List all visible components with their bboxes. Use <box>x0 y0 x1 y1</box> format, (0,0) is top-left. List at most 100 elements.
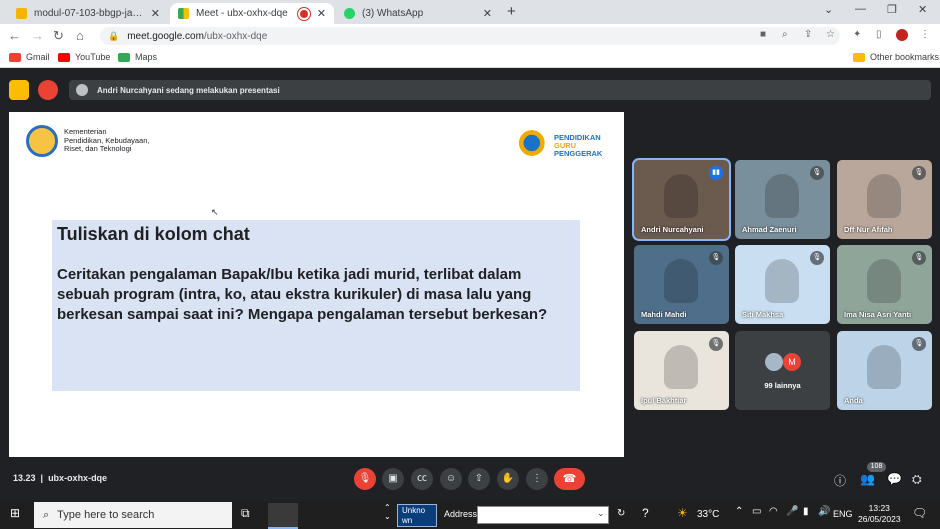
participant-video <box>867 345 901 389</box>
stop-presenting-icon[interactable] <box>9 80 29 100</box>
participant-tile[interactable]: ▮▮ Andri Nurcahyani <box>634 160 729 239</box>
participant-name: Siti Makhsa <box>742 310 784 319</box>
participant-tile[interactable]: 🎙 Dff Nur Afifah <box>837 160 932 239</box>
activities-icon[interactable]: ⛭ <box>912 472 922 487</box>
address-toolbar-input[interactable] <box>477 506 609 524</box>
participant-name: Dff Nur Afifah <box>844 225 893 234</box>
participant-tile[interactable]: 🎙 Ahmad Zaenuri <box>735 160 830 239</box>
notifications-icon[interactable]: 🗨 <box>912 506 927 520</box>
participant-name: Ipul Bakhtiar <box>641 396 687 405</box>
avatar: M <box>783 353 801 371</box>
chat-icon[interactable]: 💬 <box>887 472 902 486</box>
unknown-toolbar-button[interactable]: Unkno wn <box>397 504 437 527</box>
leave-call-button[interactable]: ☎ <box>554 468 585 490</box>
reload-icon[interactable]: ↻ <box>53 28 64 44</box>
chrome-taskbar-icon[interactable] <box>268 503 298 529</box>
emoji-icon[interactable]: ☺ <box>440 468 462 490</box>
side-panel-icon[interactable]: ▯ <box>876 29 882 40</box>
tab-search-icon[interactable]: ⌄ <box>824 3 833 16</box>
drive-favicon-icon <box>16 8 27 19</box>
home-icon[interactable]: ⌂ <box>76 28 84 43</box>
task-view-icon[interactable]: ⧉ <box>241 506 250 521</box>
address-dropdown-icon[interactable]: ⌄ <box>597 508 605 519</box>
close-tab-icon[interactable]: ✕ <box>151 7 160 20</box>
captions-icon[interactable]: ㏄ <box>411 468 433 490</box>
bookmark-gmail[interactable]: Gmail <box>9 52 50 62</box>
close-tab-icon[interactable]: ✕ <box>483 7 492 20</box>
recording-icon[interactable] <box>38 80 58 100</box>
extensions-icon[interactable]: ✦ <box>853 29 861 40</box>
mic-tray-icon[interactable]: 🎤 <box>786 506 798 517</box>
language-indicator[interactable]: ENG <box>833 509 853 519</box>
toolbar-scroll-icon[interactable]: ⌃ ⌄ <box>384 503 391 521</box>
info-icon[interactable]: ⓘ <box>834 472 846 489</box>
other-bookmarks[interactable]: Other bookmarks <box>853 52 939 62</box>
participant-video <box>664 259 698 303</box>
network-icon[interactable]: ▭ <box>752 506 761 517</box>
volume-icon[interactable]: 🔊 <box>818 506 830 517</box>
participant-video <box>867 259 901 303</box>
system-clock[interactable]: 13:23 26/05/2023 <box>858 503 901 525</box>
weather-icon: ☀ <box>677 506 688 520</box>
raise-hand-icon[interactable]: ✋ <box>497 468 519 490</box>
participant-name: Anda <box>844 396 863 405</box>
maximize-button[interactable]: ❐ <box>887 3 897 16</box>
participant-video <box>867 174 901 218</box>
guru-penggerak-logo-icon <box>519 130 551 156</box>
tab-whatsapp[interactable]: (3) WhatsApp ✕ <box>336 3 500 24</box>
whatsapp-favicon-icon <box>344 8 355 19</box>
tut-wuri-logo-icon <box>26 125 58 157</box>
present-screen-icon[interactable]: ⇧ <box>468 468 490 490</box>
meet-favicon-icon <box>178 8 189 19</box>
address-bar[interactable]: 🔒 meet.google.com/ubx-oxhx-dqe <box>100 27 840 45</box>
mic-muted-icon: 🎙 <box>810 166 824 180</box>
bookmark-youtube[interactable]: YouTube <box>58 52 110 62</box>
participant-video <box>765 174 799 218</box>
zoom-icon[interactable]: ⌕ <box>782 29 788 40</box>
address-go-icon[interactable]: ↻ <box>617 508 625 519</box>
people-icon[interactable]: 👥 <box>860 472 875 486</box>
windows-start-icon[interactable]: ⊞ <box>10 506 20 520</box>
people-count-badge: 108 <box>867 462 886 472</box>
camera-toggle-icon[interactable]: ▣ <box>382 468 404 490</box>
tray-chevron-icon[interactable]: ⌃ <box>735 506 743 517</box>
participant-tile[interactable]: M 99 lainnya <box>735 331 830 410</box>
profile-avatar[interactable] <box>896 29 908 41</box>
wifi-icon[interactable]: ◠ <box>769 506 778 517</box>
participant-tile[interactable]: 🎙 Siti Makhsa <box>735 245 830 324</box>
minimize-button[interactable]: — <box>855 3 866 15</box>
temperature: 33°C <box>697 509 720 520</box>
participant-name: 99 lainnya <box>764 381 801 390</box>
camera-icon[interactable]: ■ <box>760 29 766 40</box>
participant-video <box>765 259 799 303</box>
bookmark-maps[interactable]: Maps <box>118 52 157 62</box>
bookmark-label: YouTube <box>75 52 111 62</box>
more-options-icon[interactable]: ⋮ <box>526 468 548 490</box>
tab-strip: modul-07-103-bbgp-jateng: 3.3... ✕ Meet … <box>0 0 940 24</box>
mic-off-icon[interactable]: 🎙 <box>354 468 376 490</box>
participant-name: Mahdi Mahdi <box>641 310 687 319</box>
participant-tile[interactable]: 🎙 Ima Nisa Asri Yanti <box>837 245 932 324</box>
close-window-button[interactable]: ✕ <box>918 3 927 16</box>
back-icon[interactable]: ← <box>8 28 21 43</box>
share-icon[interactable]: ⇪ <box>804 29 812 40</box>
participant-tile[interactable]: 🎙 Ipul Bakhtiar <box>634 331 729 410</box>
bookmark-star-icon[interactable]: ☆ <box>826 29 835 40</box>
tab-modul[interactable]: modul-07-103-bbgp-jateng: 3.3... ✕ <box>8 3 168 24</box>
taskbar-search-input[interactable]: ⌕ Type here to search <box>34 502 232 528</box>
battery-icon[interactable]: ▮ <box>803 506 809 517</box>
close-tab-icon[interactable]: ✕ <box>317 7 326 20</box>
forward-icon[interactable]: → <box>31 28 44 43</box>
menu-icon[interactable]: ⋮ <box>920 29 930 40</box>
new-tab-button[interactable]: + <box>507 3 516 20</box>
presentation-slide: Kementerian Pendidikan, Kebudayaan, Rise… <box>9 112 624 457</box>
participant-tile[interactable]: 🎙 Mahdi Mahdi <box>634 245 729 324</box>
search-placeholder: Type here to search <box>57 509 155 521</box>
participant-name: Andri Nurcahyani <box>641 225 704 234</box>
participant-tile[interactable]: 🎙 Anda <box>837 331 932 410</box>
folder-icon <box>853 52 865 62</box>
help-icon[interactable]: ? <box>642 506 649 520</box>
tab-meet[interactable]: Meet - ubx-oxhx-dqe ✕ <box>170 3 334 24</box>
avatar <box>76 84 88 96</box>
slide-content-box: Tuliskan di kolom chat Ceritakan pengala… <box>52 220 580 391</box>
